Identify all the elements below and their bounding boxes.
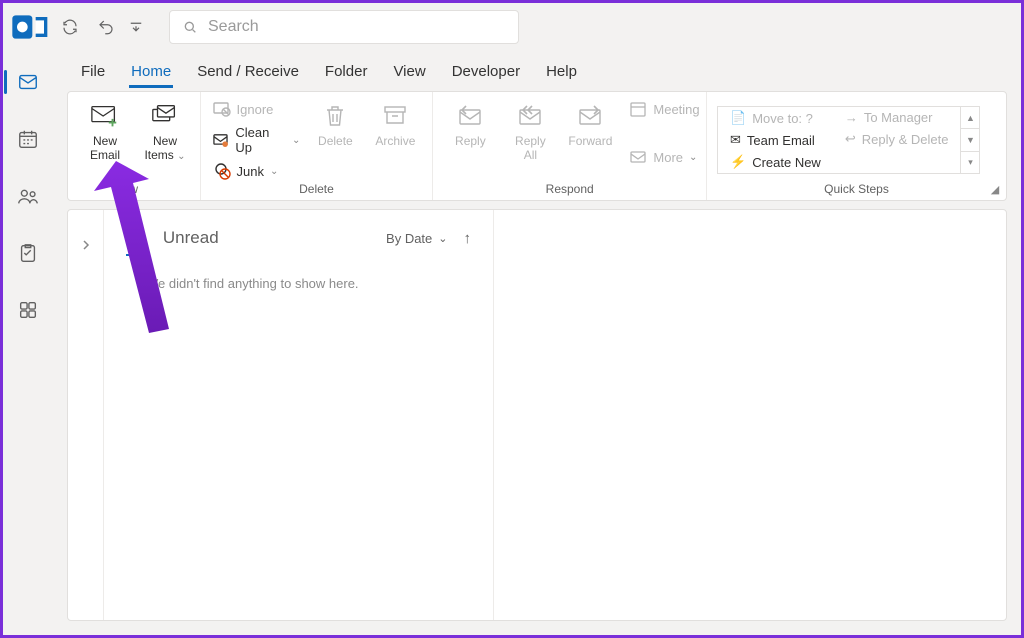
tab-home[interactable]: Home [131,63,171,80]
bolt-icon: ⚡ [730,154,746,170]
arrow-up-icon[interactable]: ↑ [464,230,472,247]
qs-scroll-up[interactable]: ▲ [961,107,979,129]
more-icon [629,148,647,166]
clean-up-button[interactable]: Clean Up ⌄ [211,123,303,157]
ribbon: NewEmail NewItems ⌄ w [67,91,1007,201]
group-label-quick-steps: Quick Steps [717,182,996,198]
ignore-label: Ignore [237,102,274,117]
new-items-button[interactable]: NewItems ⌄ [138,98,192,165]
calendar-icon [629,100,647,118]
nav-more-apps[interactable] [4,293,52,327]
envelope-plus-icon [87,100,123,132]
delete-label: Delete [318,135,353,149]
reply-button[interactable]: Reply [443,98,497,151]
trash-icon [317,100,353,132]
more-label: More [653,150,683,165]
outlook-app-icon [9,7,49,47]
empty-message: We didn't find anything to show here. [104,254,493,291]
clean-up-icon [213,131,230,149]
envelope-icon: ✉ [730,132,741,148]
junk-button[interactable]: Junk ⌄ [211,160,303,182]
junk-icon [213,162,231,180]
junk-label: Junk [237,164,264,179]
reply-all-icon [512,100,548,132]
qs-team-email[interactable]: ✉Team Email [718,129,833,151]
group-label-delete: Delete [211,182,423,198]
inbox-tab-unread[interactable]: Unread [163,228,219,248]
qs-create-new[interactable]: ⚡Create New [718,151,833,173]
ignore-icon [213,100,231,118]
archive-button[interactable]: Archive [368,98,422,151]
folder-arrow-icon: 📄 [730,110,746,126]
qs-move-to[interactable]: 📄Move to: ? [718,107,833,129]
nav-mail[interactable] [4,65,52,99]
qs-scroll-down[interactable]: ▼ [961,129,979,151]
ribbon-tabs: File Home Send / Receive Folder View Dev… [53,51,1021,91]
content-area: All Unread By Date ⌄ ↑ We didn't find an… [67,209,1007,621]
search-icon [182,19,198,35]
search-placeholder: Search [208,18,259,36]
inbox-tab-all[interactable]: All [126,228,145,248]
message-list-pane: All Unread By Date ⌄ ↑ We didn't find an… [104,210,494,620]
new-email-button[interactable]: NewEmail [78,98,132,165]
quick-steps-gallery[interactable]: 📄Move to: ? ✉Team Email ⚡Create New →To … [717,106,980,174]
quick-steps-launcher[interactable]: ◢ [988,182,1002,196]
chevron-right-icon [81,240,91,250]
reply-icon [452,100,488,132]
left-navigation-bar [3,51,53,635]
forward-icon [572,100,608,132]
tab-send-receive[interactable]: Send / Receive [197,63,299,80]
tab-folder[interactable]: Folder [325,63,368,80]
meeting-label: Meeting [653,102,699,117]
new-items-label: NewItems [144,134,177,162]
chevron-down-icon: ⌄ [438,232,447,245]
reply-all-button[interactable]: ReplyAll [503,98,557,165]
reply-label: Reply [455,135,486,149]
qat-dropdown[interactable] [127,12,145,42]
group-label-respond: Respond [443,182,696,198]
tab-view[interactable]: View [393,63,425,80]
tab-help[interactable]: Help [546,63,577,80]
meeting-button[interactable]: Meeting [627,98,701,120]
archive-label: Archive [375,135,415,149]
forward-button[interactable]: Forward [563,98,617,151]
qs-reply-delete[interactable]: ↩Reply & Delete [833,128,961,150]
reply-all-label: ReplyAll [515,135,546,163]
new-items-icon [147,100,183,132]
sort-by-button[interactable]: By Date ⌄ ↑ [386,230,471,247]
forward-label: Forward [568,135,612,149]
nav-people[interactable] [4,179,52,213]
sync-button[interactable] [55,12,85,42]
delete-button[interactable]: Delete [308,98,362,151]
clean-up-label: Clean Up [235,125,286,155]
undo-button[interactable] [91,12,121,42]
new-email-label: NewEmail [90,135,120,163]
tab-file[interactable]: File [81,63,105,80]
archive-icon [377,100,413,132]
reading-pane [494,210,1006,620]
tab-developer[interactable]: Developer [452,63,520,80]
sort-label: By Date [386,231,432,246]
qs-expand[interactable]: ▾ [961,152,979,173]
arrow-right-icon: → [845,110,858,125]
ignore-button[interactable]: Ignore [211,98,303,120]
folder-pane-toggle[interactable] [68,210,104,620]
group-label-new: w [78,182,190,198]
qs-to-manager[interactable]: →To Manager [833,107,961,128]
more-respond-button[interactable]: More ⌄ [627,146,701,168]
nav-calendar[interactable] [4,122,52,156]
search-input[interactable]: Search [169,10,519,44]
nav-tasks[interactable] [4,236,52,270]
reply-arrow-icon: ↩ [845,131,856,147]
